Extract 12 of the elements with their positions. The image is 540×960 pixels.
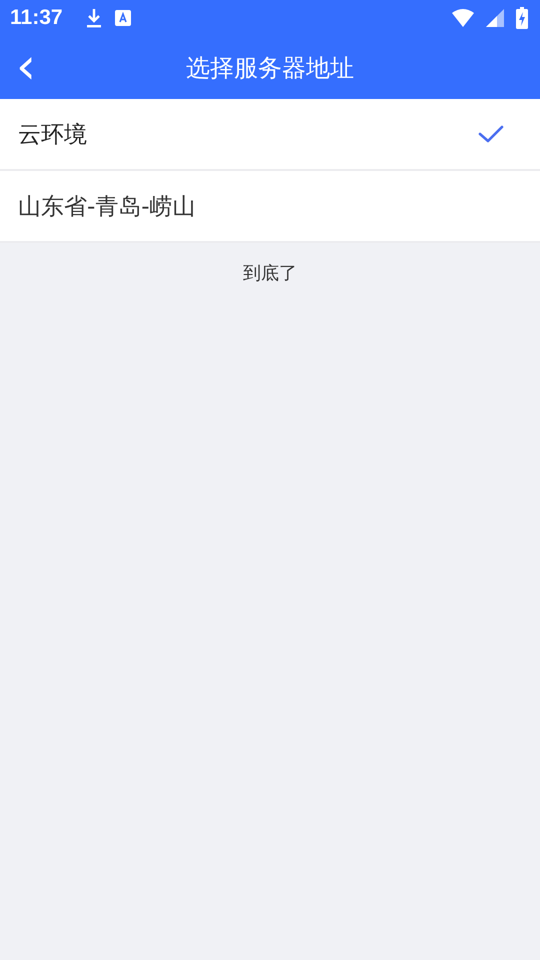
- back-button[interactable]: ‹: [8, 42, 44, 90]
- server-item[interactable]: 山东省-青岛-崂山: [0, 171, 540, 243]
- download-icon: [84, 7, 103, 29]
- page-title: 选择服务器地址: [186, 52, 354, 84]
- keyboard-icon: [114, 10, 131, 26]
- wifi-icon: [452, 9, 474, 27]
- battery-icon: [516, 7, 528, 29]
- signal-icon: [486, 9, 504, 27]
- status-time: 11:37: [10, 6, 63, 30]
- server-item[interactable]: 云环境: [0, 99, 540, 171]
- checkmark-icon: [478, 124, 504, 144]
- end-of-list-text: 到底了: [242, 262, 298, 285]
